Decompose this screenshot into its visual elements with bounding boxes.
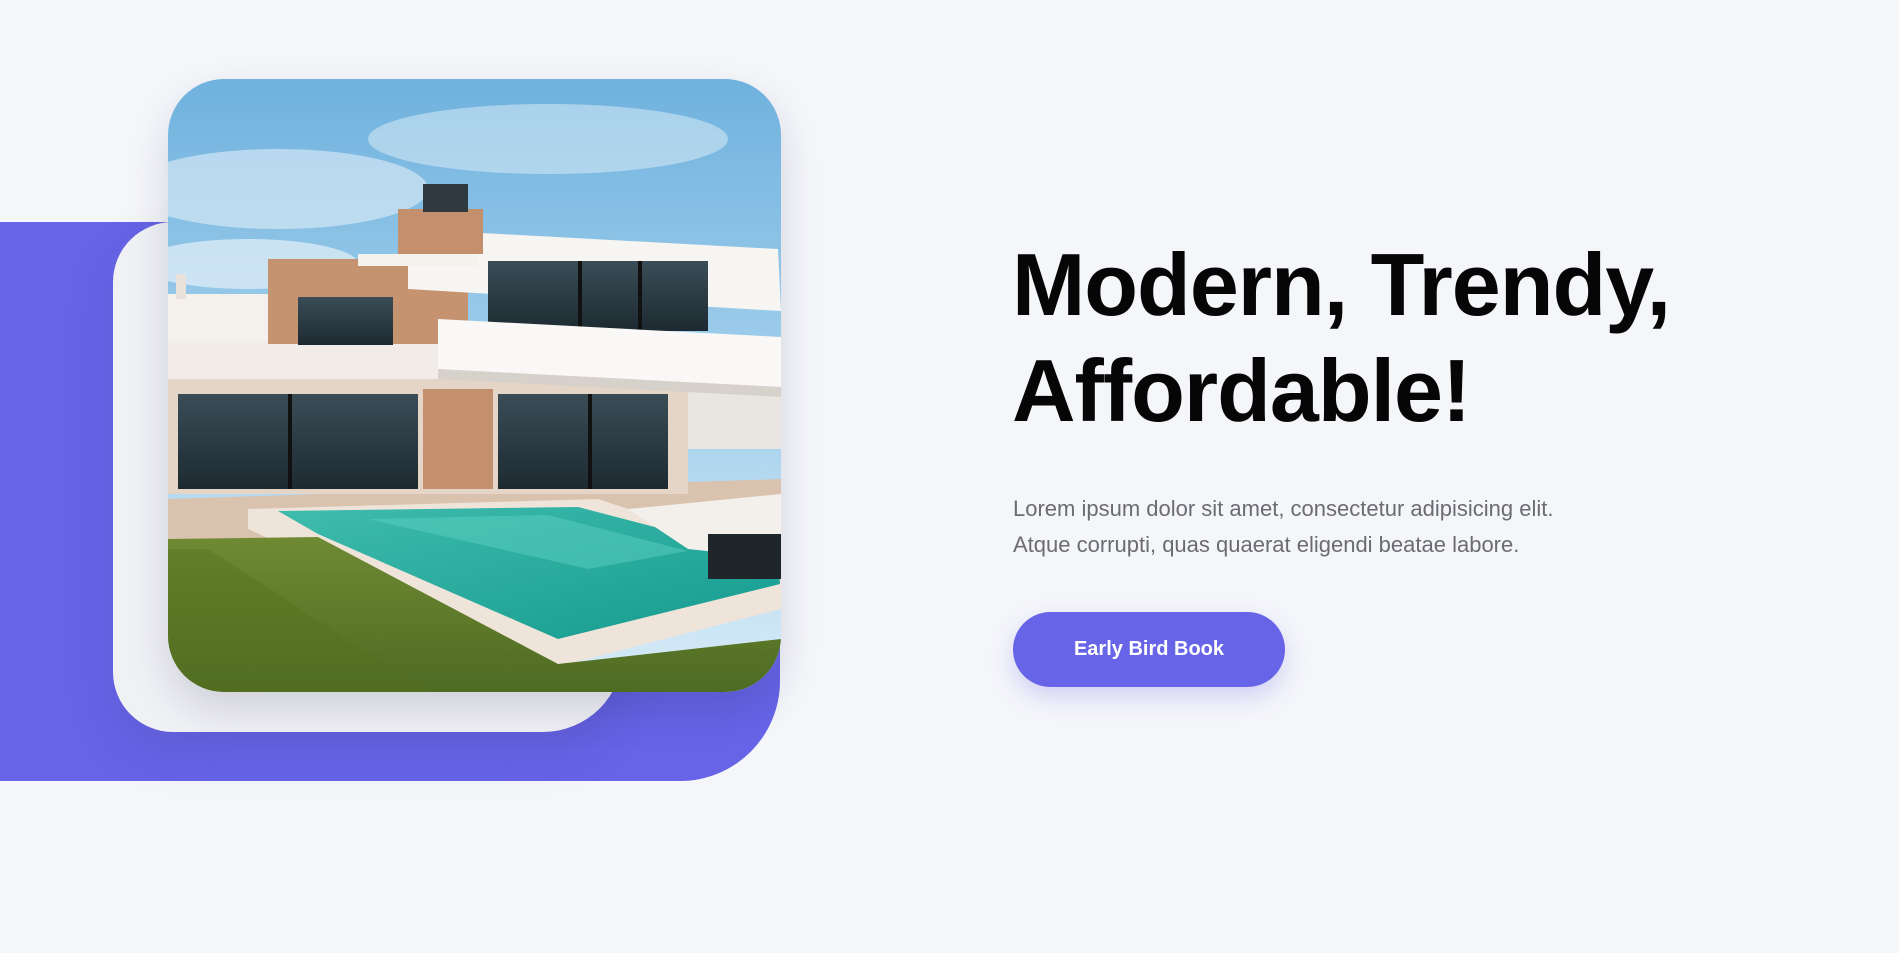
early-bird-book-button[interactable]: Early Bird Book (1013, 612, 1285, 687)
hero-description-line-2: Atque corrupti, quas quaerat eligendi be… (1013, 532, 1520, 557)
hero-title: Modern, Trendy, Affordable! (1012, 232, 1812, 444)
hero-title-line-2: Affordable! (1012, 341, 1471, 440)
hero-description-line-1: Lorem ipsum dolor sit amet, consectetur … (1013, 496, 1554, 521)
hero-description: Lorem ipsum dolor sit amet, consectetur … (1013, 491, 1713, 563)
hero-title-line-1: Modern, Trendy, (1012, 235, 1671, 334)
hero-image (168, 79, 781, 692)
